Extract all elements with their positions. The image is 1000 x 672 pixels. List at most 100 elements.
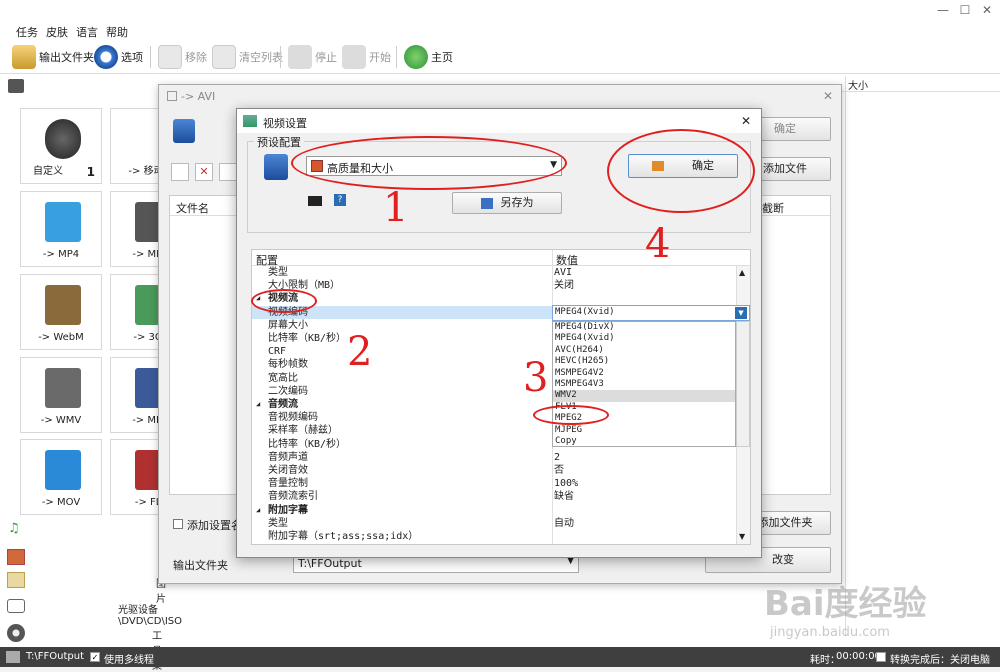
column-size[interactable]: 大小	[848, 77, 868, 92]
watermark-brand: Bai度经验	[764, 584, 927, 624]
help-icon[interactable]: ?	[334, 194, 346, 206]
property-name: 比特率（KB/秒）	[268, 333, 347, 344]
property-name: 音频流	[268, 399, 298, 410]
property-row[interactable]: 类型 AVI	[252, 266, 736, 279]
annotation-number-4: 4	[645, 221, 671, 267]
remove-button[interactable]: 移除	[158, 44, 207, 70]
property-name: 音频流索引	[268, 491, 318, 503]
folder-icon	[6, 651, 20, 663]
codec-dropdown-list: MPEG4(DivX) MPEG4(Xvid) AVC(H264) HEVC(H265…	[552, 321, 736, 447]
tools-icon[interactable]	[7, 624, 25, 642]
property-value: AVI	[554, 267, 573, 278]
stop-button[interactable]: 停止	[288, 44, 337, 70]
codec-option[interactable]: HEVC(H265)	[553, 356, 735, 367]
options-icon	[94, 45, 118, 69]
toolbar-separator	[280, 46, 281, 68]
property-row[interactable]: 关闭音效 否	[252, 464, 736, 477]
minimize-button[interactable]: —	[934, 3, 952, 19]
video-settings-dialog: 视频设置 ✕ 预设配置 高质量和大小 ▼ ? 另存为 确定 配置 数值 类型 A…	[236, 108, 762, 558]
multithread-checkbox[interactable]: ✓	[90, 652, 100, 662]
close-button[interactable]: ✕	[978, 3, 996, 19]
video-settings-title: 视频设置	[263, 117, 307, 130]
menu-language[interactable]: 语言	[76, 24, 98, 40]
scroll-down-icon[interactable]: ▼	[739, 532, 745, 541]
start-button[interactable]: 开始	[342, 44, 391, 70]
video-settings-close-button[interactable]: ✕	[741, 114, 751, 128]
codec-list-scrollbar[interactable]	[736, 321, 750, 447]
menu-help[interactable]: 帮助	[106, 24, 128, 40]
annotation-ellipse-preset	[291, 136, 567, 190]
wmv-icon	[45, 368, 81, 408]
codec-select[interactable]: MPEG4(Xvid) ▼	[552, 305, 750, 321]
property-name: 二次编码	[268, 385, 308, 397]
codec-option[interactable]: Copy	[553, 436, 735, 447]
video-settings-icon	[243, 115, 257, 127]
disc-drive-icon[interactable]	[7, 599, 25, 613]
console-icon[interactable]	[308, 196, 322, 206]
chevron-down-icon[interactable]: ▼	[735, 307, 747, 319]
format-tile-webm[interactable]: -> WebM	[20, 274, 102, 350]
property-name: 类型	[268, 517, 288, 529]
clear-list-button[interactable]: 清空列表	[212, 44, 283, 70]
status-path[interactable]: T:\FFOutput	[26, 651, 84, 662]
output-folder-button[interactable]: 输出文件夹	[12, 44, 94, 70]
property-row[interactable]: 音频声道 2	[252, 451, 736, 464]
property-row[interactable]: 音频流索引 缺省	[252, 490, 736, 503]
annotation-ellipse-ok	[607, 129, 755, 213]
annotation-number-2: 2	[347, 329, 373, 375]
film-reel-icon	[45, 119, 81, 159]
webm-icon	[45, 285, 81, 325]
disc-category-label[interactable]: 光驱设备\DVD\CD\ISO	[118, 601, 182, 627]
format-tile-mov[interactable]: -> MOV	[20, 439, 102, 515]
settings-small-icon[interactable]	[171, 163, 189, 181]
shutdown-checkbox[interactable]	[876, 652, 886, 662]
column-filename[interactable]: 文件名	[176, 200, 209, 216]
property-row[interactable]: 类型 自动	[252, 517, 736, 530]
property-value: 自动	[554, 517, 574, 529]
delete-small-icon[interactable]: ✕	[195, 163, 213, 181]
folder-icon	[12, 45, 36, 69]
mov-icon	[45, 450, 81, 490]
remove-icon	[158, 45, 182, 69]
property-row[interactable]: 音量控制 100%	[252, 477, 736, 490]
format-tile-mp4[interactable]: -> MP4	[20, 191, 102, 267]
add-settings-checkbox[interactable]	[173, 519, 183, 529]
save-as-button[interactable]: 另存为	[452, 192, 562, 214]
codec-option[interactable]: MPEG4(Xvid)	[553, 333, 735, 344]
codec-option[interactable]: MPEG4(DivX)	[553, 322, 735, 333]
codec-option[interactable]: MSMPEG4V2	[553, 368, 735, 379]
format-tile-wmv[interactable]: -> WMV	[20, 357, 102, 433]
collapse-icon[interactable]: ◢	[256, 398, 260, 411]
property-row[interactable]: 附加字幕（srt;ass;ssa;idx）	[252, 530, 736, 543]
image-category-icon[interactable]	[7, 549, 25, 565]
codec-option[interactable]: AVC(H264)	[553, 345, 735, 356]
home-button[interactable]: 主页	[404, 44, 453, 70]
format-tile-custom[interactable]: 自定义 1	[20, 108, 102, 184]
collapse-icon[interactable]: ◢	[256, 504, 260, 517]
watermark-url: jingyan.baidu.com	[770, 625, 890, 640]
property-value: 缺省	[554, 491, 574, 503]
codec-option[interactable]: MSMPEG4V3	[553, 379, 735, 390]
menu-task[interactable]: 任务	[16, 24, 38, 40]
property-row[interactable]: 大小限制（MB） 关闭	[252, 279, 736, 292]
column-cut[interactable]: 截断	[762, 200, 784, 216]
main-window: — ☐ ✕ 任务 皮肤 语言 帮助 输出文件夹 选项 移除 清空列表 停止 开始…	[0, 0, 1000, 672]
audio-category-icon[interactable]: ♫	[8, 521, 22, 536]
output-folder-label: 输出文件夹	[173, 559, 228, 572]
avi-dialog-close-button[interactable]: ✕	[823, 89, 833, 103]
codec-option[interactable]: MJPEG	[553, 425, 735, 436]
property-name: 每秒帧数	[268, 359, 308, 371]
menu-skin[interactable]: 皮肤	[46, 24, 68, 40]
maximize-button[interactable]: ☐	[956, 3, 974, 19]
property-category[interactable]: ◢ 附加字幕	[252, 504, 736, 517]
toolbar: 输出文件夹 选项 移除 清空列表 停止 开始 主页	[0, 40, 1000, 74]
property-category[interactable]: ◢ 视频流	[252, 292, 736, 305]
codec-option[interactable]: WMV2	[553, 390, 735, 402]
options-button[interactable]: 选项	[94, 44, 143, 70]
play-small-icon[interactable]	[219, 163, 237, 181]
property-name: 宽高比	[268, 372, 298, 384]
scroll-up-icon[interactable]: ▲	[739, 268, 745, 277]
property-name: 附加字幕	[268, 504, 308, 516]
mp4-icon	[45, 202, 81, 242]
document-category-icon[interactable]	[7, 572, 25, 588]
